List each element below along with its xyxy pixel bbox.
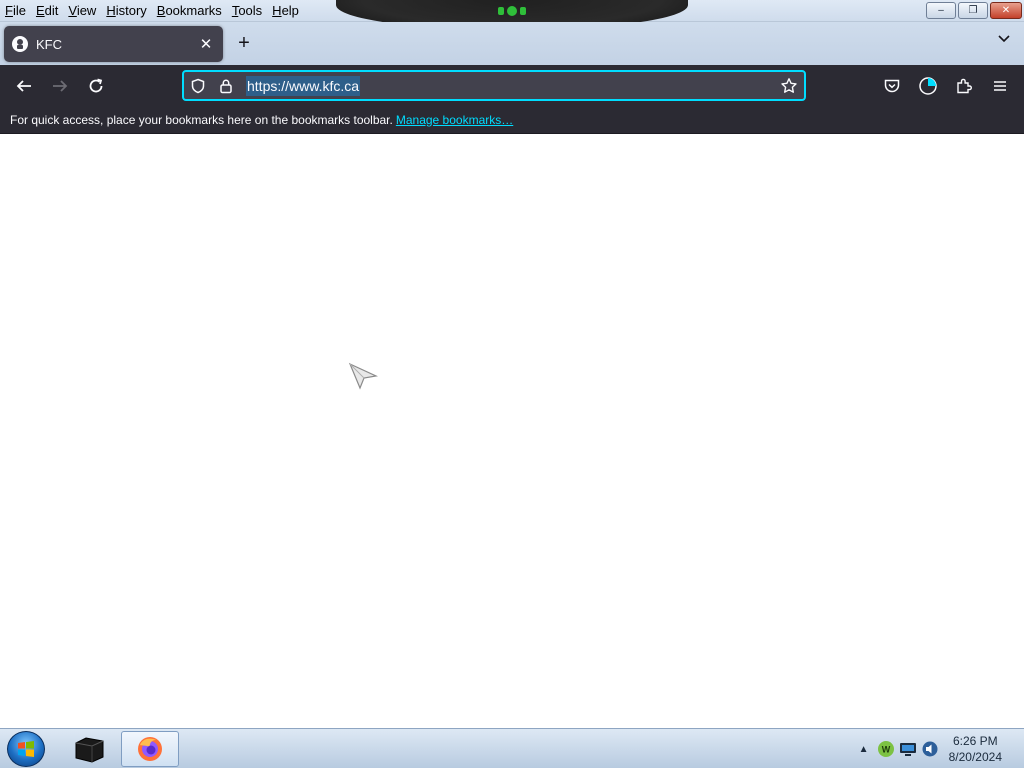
reload-icon bbox=[89, 78, 103, 93]
menu-history[interactable]: History bbox=[101, 1, 151, 21]
show-hidden-icons-button[interactable]: ▲ bbox=[853, 738, 875, 760]
terminal-app-icon bbox=[75, 737, 104, 763]
menu-view[interactable]: View bbox=[63, 1, 101, 21]
clock-date: 8/20/2024 bbox=[948, 750, 1002, 764]
pocket-button[interactable] bbox=[877, 71, 907, 101]
list-all-tabs-button[interactable] bbox=[994, 32, 1014, 54]
tray-app-w-icon[interactable]: W bbox=[875, 738, 897, 760]
pocket-icon bbox=[884, 79, 900, 93]
restore-button[interactable]: ❐ bbox=[958, 2, 988, 19]
close-window-button[interactable]: ✕ bbox=[990, 2, 1022, 19]
start-button[interactable] bbox=[7, 731, 45, 767]
menu-bar: File Edit View History Bookmarks Tools H… bbox=[0, 0, 304, 22]
new-tab-button[interactable]: + bbox=[232, 32, 256, 56]
kfc-favicon-icon bbox=[12, 36, 28, 52]
minimize-button[interactable]: – bbox=[926, 2, 956, 19]
forward-button[interactable] bbox=[45, 71, 75, 101]
tab-title: KFC bbox=[36, 36, 62, 52]
network-icon[interactable] bbox=[897, 738, 919, 760]
back-button[interactable] bbox=[9, 71, 39, 101]
extensions-button[interactable] bbox=[949, 71, 979, 101]
svg-text:W: W bbox=[881, 745, 890, 755]
menu-file[interactable]: File bbox=[0, 1, 31, 21]
chevron-down-icon bbox=[998, 35, 1010, 43]
address-bar[interactable]: https://www.kfc.ca bbox=[182, 70, 806, 101]
tab-kfc[interactable]: KFC ✕ bbox=[4, 26, 223, 62]
taskbar-app-terminal[interactable] bbox=[60, 731, 118, 767]
account-icon bbox=[919, 77, 937, 95]
taskbar-app-firefox[interactable] bbox=[121, 731, 179, 767]
window-controls: – ❐ ✕ bbox=[926, 2, 1022, 19]
tab-close-icon[interactable]: ✕ bbox=[197, 35, 215, 53]
bookmarks-hint-text: For quick access, place your bookmarks h… bbox=[10, 112, 393, 127]
system-tray: ▲ W 6:26 PM 8/20/2024 bbox=[853, 729, 1024, 769]
menu-help[interactable]: Help bbox=[267, 1, 304, 21]
nav-toolbar: https://www.kfc.ca bbox=[0, 65, 1024, 106]
firefox-icon bbox=[138, 737, 162, 761]
tab-strip: KFC ✕ + bbox=[0, 22, 1024, 65]
taskbar: ▲ W 6:26 PM 8/20/2024 bbox=[0, 728, 1024, 768]
manage-bookmarks-link[interactable]: Manage bookmarks… bbox=[396, 113, 513, 127]
page-content[interactable] bbox=[0, 134, 1024, 728]
lock-icon[interactable] bbox=[212, 78, 240, 94]
hamburger-menu-icon bbox=[994, 81, 1006, 91]
forward-arrow-icon bbox=[53, 80, 68, 92]
url-text[interactable]: https://www.kfc.ca bbox=[246, 75, 361, 96]
menu-edit[interactable]: Edit bbox=[31, 1, 63, 21]
bookmarks-toolbar: For quick access, place your bookmarks h… bbox=[0, 106, 1024, 134]
taskbar-clock[interactable]: 6:26 PM 8/20/2024 bbox=[949, 733, 1002, 765]
title-bar: File Edit View History Bookmarks Tools H… bbox=[0, 0, 1024, 30]
star-icon[interactable] bbox=[778, 75, 800, 97]
account-button[interactable] bbox=[913, 71, 943, 101]
shield-icon[interactable] bbox=[184, 78, 212, 94]
menu-bookmarks[interactable]: Bookmarks bbox=[152, 1, 227, 21]
reload-button[interactable] bbox=[81, 71, 111, 101]
extensions-icon bbox=[957, 78, 972, 94]
app-menu-button[interactable] bbox=[985, 71, 1015, 101]
volume-icon[interactable] bbox=[919, 738, 941, 760]
clock-time: 6:26 PM bbox=[952, 734, 998, 748]
mouse-cursor-icon bbox=[348, 362, 378, 390]
menu-tools[interactable]: Tools bbox=[227, 1, 267, 21]
windows-logo-icon bbox=[18, 741, 34, 757]
back-arrow-icon bbox=[16, 80, 31, 92]
